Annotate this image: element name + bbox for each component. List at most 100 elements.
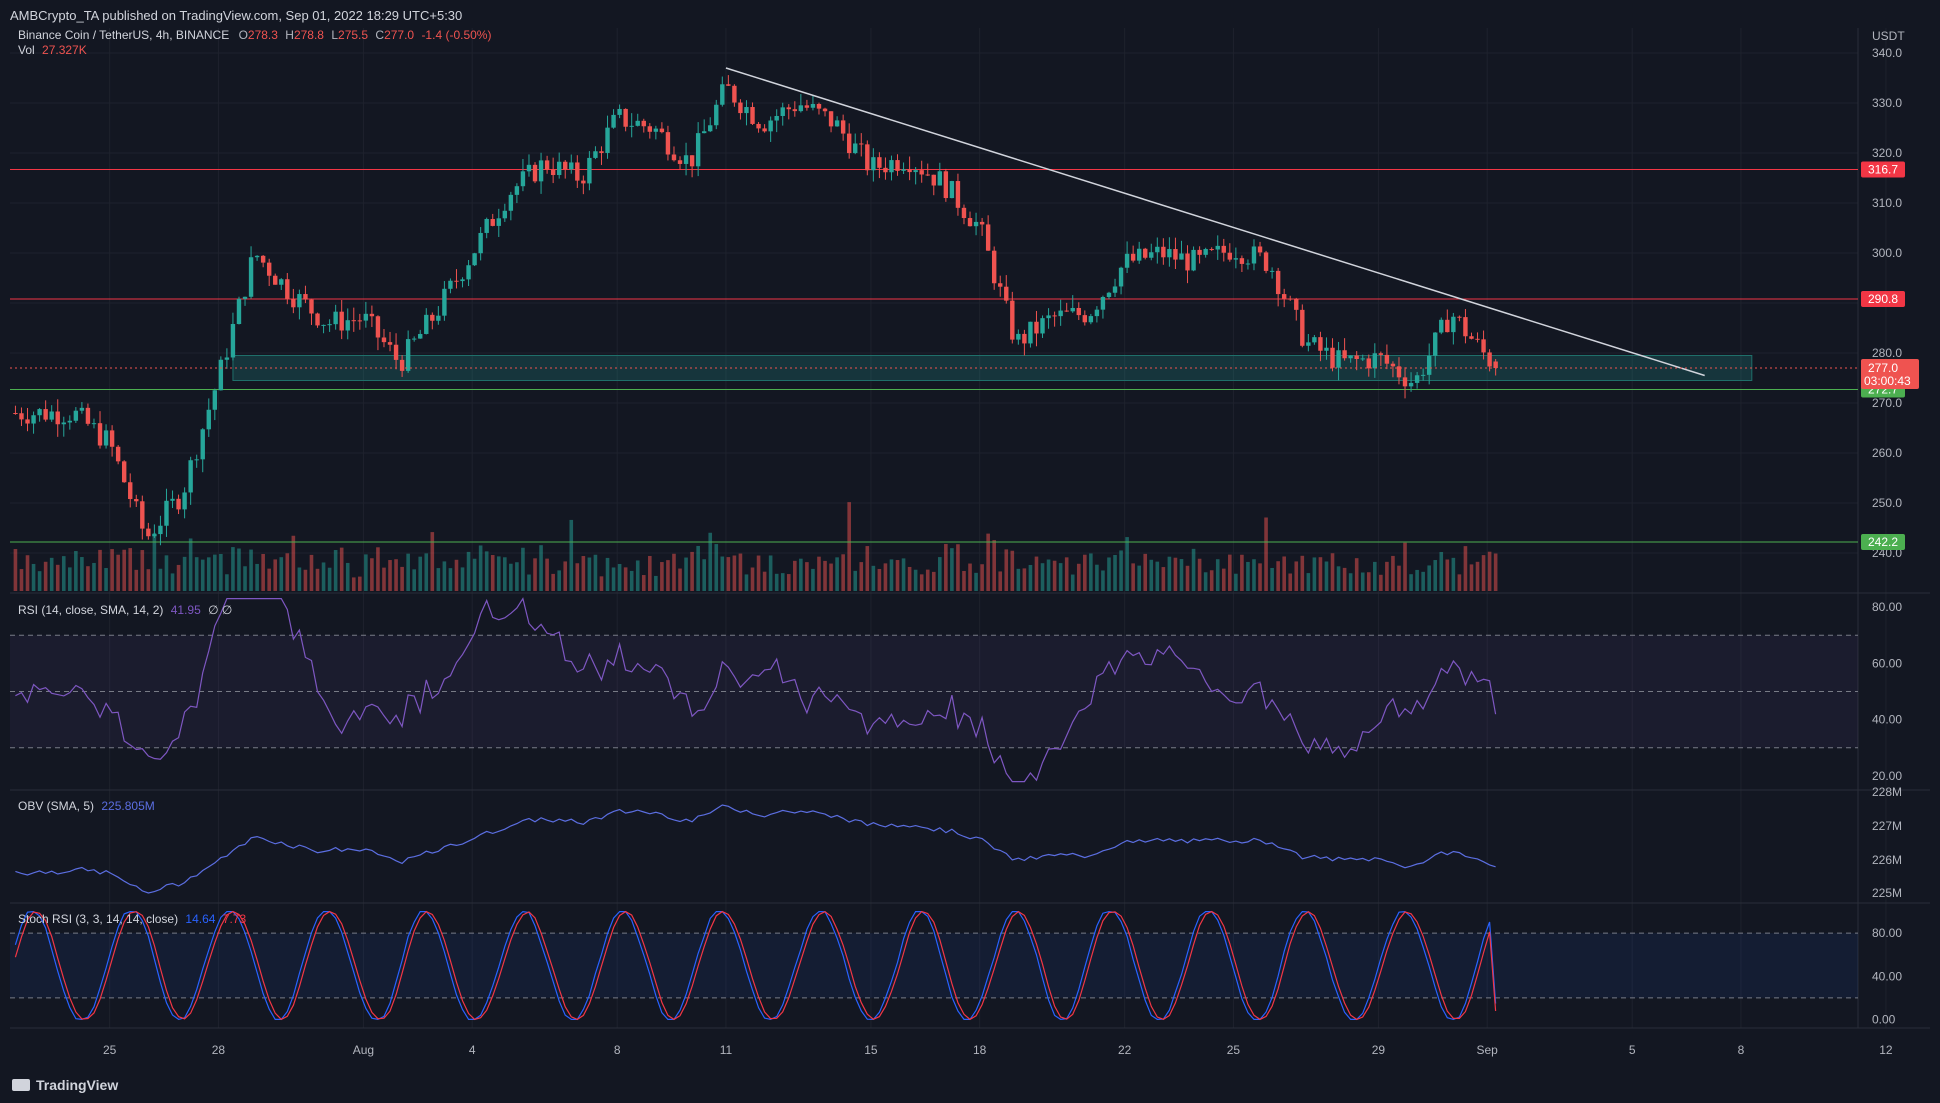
volume-bar	[1149, 559, 1154, 591]
volume-bar	[654, 575, 658, 591]
tradingview-logo[interactable]: TradingView	[12, 1077, 118, 1093]
candle-body	[641, 120, 646, 127]
candle-body	[1064, 310, 1069, 312]
candle-body	[738, 102, 743, 114]
candle-body	[701, 131, 707, 134]
volume-bar	[569, 519, 574, 591]
candle-body	[955, 181, 961, 208]
candle-body	[901, 169, 906, 171]
candle-body	[91, 423, 97, 425]
volume-bar	[1379, 574, 1383, 591]
candle-body	[236, 298, 242, 324]
volume-bar	[1095, 564, 1099, 591]
volume-bar	[1101, 570, 1105, 591]
volume-bar	[938, 557, 942, 591]
volume-bar	[176, 564, 181, 591]
volume-bar	[521, 547, 525, 591]
volume-bar	[738, 553, 743, 591]
volume-bar	[370, 558, 374, 591]
candle-body	[1088, 316, 1094, 323]
change-value: -1.4 (-0.50%)	[421, 28, 492, 42]
volume-bar	[1240, 554, 1244, 591]
volume-bar	[968, 563, 972, 591]
volume-bar	[575, 563, 580, 591]
volume-bar	[315, 568, 320, 591]
volume-bar	[1028, 564, 1033, 591]
volume-bar	[1203, 572, 1208, 591]
volume-bar	[805, 562, 809, 591]
candle-body	[1487, 352, 1492, 367]
candle-body	[1475, 338, 1480, 340]
obv-tick: 226M	[1872, 853, 1902, 867]
obv-tick: 225M	[1872, 886, 1902, 900]
candle-body	[496, 218, 501, 226]
symbol-label: Binance Coin / TetherUS, 4h, BINANCE	[18, 28, 230, 42]
candle-body	[442, 288, 447, 316]
volume-bar	[1354, 558, 1359, 591]
volume-bar	[1469, 564, 1474, 591]
candle-body	[1348, 355, 1353, 359]
volume-bar	[1064, 557, 1069, 591]
time-tick: 22	[1118, 1043, 1132, 1057]
publish-header: AMBCrypto_TA published on TradingView.co…	[0, 0, 1940, 28]
volume-bar	[527, 574, 531, 591]
volume-bar	[13, 549, 18, 591]
candle-body	[1306, 342, 1311, 346]
rsi-label: RSI (14, close, SMA, 14, 2)	[18, 603, 164, 617]
volume-bar	[25, 555, 30, 591]
volume-bar	[1264, 517, 1268, 591]
close-value: 277.0	[384, 28, 415, 42]
candle-body	[1203, 249, 1208, 255]
volume-bar	[194, 557, 199, 591]
volume-bar	[672, 553, 676, 591]
volume-bar	[231, 547, 235, 591]
candle-body	[768, 120, 773, 132]
close-label: C	[375, 28, 385, 42]
candle-body	[1094, 309, 1100, 317]
volume-bar	[1209, 570, 1214, 591]
candle-body	[1070, 307, 1075, 312]
volume-bar	[1493, 553, 1498, 591]
candle-body	[1288, 298, 1293, 300]
volume-bar	[684, 557, 688, 591]
volume-bar	[1360, 572, 1365, 591]
chart-canvas[interactable]: USDT340.0330.0320.0310.0300.0290.0280.02…	[10, 28, 1930, 1068]
time-tick: 25	[103, 1043, 117, 1057]
candle-body	[1076, 307, 1081, 316]
level-tag-290.8: 290.8	[1868, 292, 1898, 306]
volume-bar	[382, 567, 386, 591]
volume-bar	[666, 560, 670, 591]
volume-bar	[1143, 553, 1148, 591]
volume-bar	[484, 551, 489, 591]
volume-bar	[823, 560, 827, 591]
candle-body	[315, 313, 320, 326]
volume-bar	[1385, 561, 1389, 591]
volume-bar	[358, 576, 362, 591]
volume-bar	[37, 571, 42, 591]
volume-bar	[617, 563, 622, 591]
candle-body	[430, 314, 435, 321]
candle-body	[822, 108, 828, 112]
candle-body	[285, 279, 290, 299]
volume-bar	[1373, 561, 1377, 591]
volume-bar	[962, 570, 966, 591]
candle-body	[1040, 318, 1045, 334]
candle-body	[1227, 252, 1233, 260]
candle-body	[1433, 332, 1438, 356]
volume-bar	[1300, 555, 1305, 591]
volume-bar	[1391, 555, 1395, 591]
volume-bar	[696, 545, 700, 591]
candle-body	[279, 279, 284, 285]
volume-bar	[895, 560, 900, 591]
volume-bar	[376, 547, 380, 591]
candle-body	[895, 160, 900, 171]
candle-body	[720, 84, 725, 105]
candle-body	[786, 107, 791, 110]
volume-bar	[1161, 567, 1166, 591]
candle-body	[152, 534, 157, 537]
volume-bar	[200, 559, 205, 591]
candle-body	[1372, 353, 1378, 369]
open-value: 278.3	[247, 28, 278, 42]
volume-bar	[412, 569, 416, 591]
price-tick: 340.0	[1872, 46, 1902, 60]
